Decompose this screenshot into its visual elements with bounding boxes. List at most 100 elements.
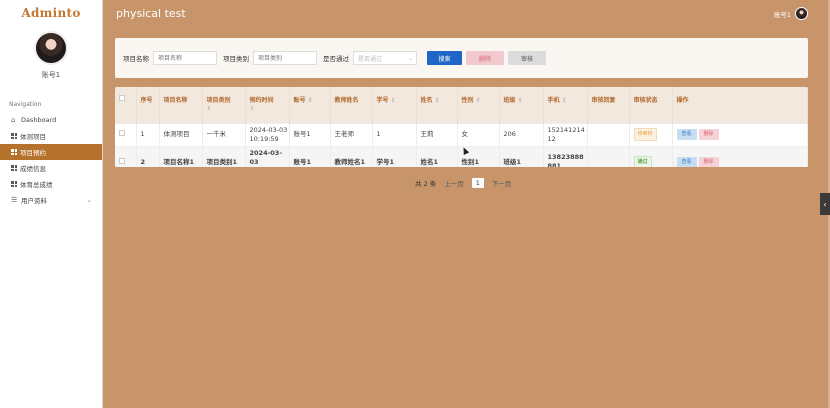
nav-heading: Navigation [9,101,42,108]
cell-index: 1 [136,123,160,146]
next-page-link[interactable]: 下一页 [492,178,512,188]
col-index: 序号 [136,87,160,123]
cell-teacher-name: 王老师 [330,123,373,146]
sidebar-item-project-appointment[interactable]: 项目预约 [0,144,102,160]
cell-audit-reply [587,123,630,146]
col-teacher-name[interactable]: 教师姓名 [330,87,373,123]
col-appointment-time[interactable]: 预约时间 ⇕ [245,87,290,123]
side-panel-toggle-chevron-icon[interactable]: ‹ [820,193,830,215]
col-audit-reply: 审核回复 [587,87,630,123]
prev-page-link[interactable]: 上一页 [444,178,464,188]
current-page[interactable]: 1 [471,178,484,188]
sort-icon[interactable]: ⇕ [207,106,245,112]
cell-phone: 15214121412 [543,123,588,146]
cell-project-type: 一千米 [202,123,246,146]
table-row: 1 体测项目 一千米 2024-03-03 10:19:59 账号1 王老师 1… [115,123,808,146]
status-badge: 通过 [633,155,652,167]
cell-phone: 13823888881 [543,146,588,167]
sort-icon[interactable]: ⇕ [476,97,481,104]
cell-account: 账号1 [289,146,331,167]
sort-icon[interactable]: ⇕ [250,106,289,112]
sort-icon[interactable]: ⇕ [435,97,440,104]
delete-button[interactable]: 删除 [466,51,504,65]
grid-icon [11,149,17,155]
search-panel: 项目名称 项目类别 是否通过 是否通过 ⌄ 搜索 删除 审核 [115,38,808,78]
col-student-no[interactable]: 学号 ⇕ [372,87,417,123]
sidebar-item-test-projects[interactable]: 体测项目 [0,128,102,144]
cell-appointment-time: 2024-03-03 10:19:59 [245,123,290,146]
cell-gender: 女 [457,123,500,146]
cell-project-type: 项目类别1 [202,146,246,167]
user-avatar[interactable] [34,31,68,65]
page-title: physical test [116,7,186,20]
cell-student-no: 学号1 [372,146,417,167]
view-button[interactable]: 查看 [676,156,697,167]
select-all-cell[interactable] [115,87,137,123]
col-label: 性别 [461,97,474,104]
user-name: 账号1 [41,71,61,79]
sidebar-item-user-profile[interactable]: ☰ 用户资料 ⌄ [0,192,102,208]
search-button[interactable]: 搜索 [427,51,462,65]
pagination-total: 共 2 条 [415,180,437,188]
sidebar-item-label: 体育总成绩 [20,181,53,189]
sort-icon[interactable]: ⇕ [518,97,523,104]
col-project-name[interactable]: 项目名称 [159,87,203,123]
cell-name: 王莉 [416,123,458,146]
cell-audit-reply [587,146,630,167]
sidebar-item-total-score[interactable]: 体育总成绩 [0,176,102,192]
cell-appointment-time: 2024-03-03 10:00:34 [245,146,290,167]
passed-label: 是否通过 [323,55,349,63]
select-all-checkbox[interactable] [119,95,125,101]
col-project-type[interactable]: 项目类别 ⇕ [202,87,246,123]
col-class[interactable]: 班级 ⇕ [499,87,544,123]
cell-class: 班级1 [499,146,544,167]
col-actions: 操作 [672,87,808,123]
sidebar: Adminto 账号1 Navigation ⌂ Dashboard 体测项目 … [0,0,103,408]
col-audit-status: 审核状态 [629,87,673,123]
sidebar-item-label: Dashboard [21,116,57,124]
pagination: 共 2 条 上一页 1 下一页 [415,178,519,188]
cell-account: 账号1 [289,123,331,146]
app-logo: Adminto [21,6,81,20]
sidebar-item-label: 成绩信息 [20,165,46,173]
col-phone[interactable]: 手机 ⇕ [543,87,588,123]
sidebar-item-dashboard[interactable]: ⌂ Dashboard [0,112,102,128]
cell-project-name: 体测项目 [159,123,203,146]
project-name-label: 项目名称 [123,55,149,63]
sidebar-item-label: 用户资料 [21,197,47,205]
audit-button[interactable]: 审核 [508,51,546,65]
delete-row-button[interactable]: 删除 [698,156,719,167]
cell-teacher-name: 教师姓名1 [330,146,373,167]
row-checkbox[interactable] [119,157,125,164]
table-header-row: 序号 项目名称 项目类别 ⇕ 预约时间 ⇕ 账号 ⇕ 教师姓名 学号 ⇕ 姓名 ⇕ … [115,87,808,123]
project-type-label: 项目类别 [223,55,249,63]
status-badge: 待审核 [633,128,657,141]
cell-class: 206 [499,123,544,146]
passed-select[interactable]: 是否通过 ⌄ [353,51,417,65]
col-gender[interactable]: 性别 ⇕ [457,87,500,123]
sort-icon[interactable]: ⇕ [308,97,313,104]
account-name: 账号1 [773,10,791,19]
grid-icon [11,165,17,171]
project-type-input[interactable] [253,51,317,65]
chevron-down-icon: ⌄ [86,196,92,204]
project-name-input[interactable] [153,51,217,65]
col-label: 项目类别 [206,97,231,104]
grid-icon [11,133,17,139]
sidebar-item-score-info[interactable]: 成绩信息 [0,160,102,176]
view-button[interactable]: 查看 [676,129,697,140]
sidebar-item-label: 体测项目 [20,133,46,141]
col-account[interactable]: 账号 ⇕ [289,87,331,123]
col-name[interactable]: 姓名 ⇕ [416,87,458,123]
list-icon: ☰ [11,195,18,204]
account-menu[interactable]: 账号1 [774,7,808,20]
row-checkbox[interactable] [119,130,125,136]
col-label: 账号 [293,97,306,104]
cell-project-name: 项目名称1 [159,146,203,167]
account-avatar[interactable] [795,7,808,20]
sort-icon[interactable]: ⇕ [391,97,396,104]
col-label: 预约时间 [249,97,274,104]
cell-index: 2 [136,146,160,167]
sort-icon[interactable]: ⇕ [562,97,567,104]
delete-row-button[interactable]: 删除 [698,129,719,140]
